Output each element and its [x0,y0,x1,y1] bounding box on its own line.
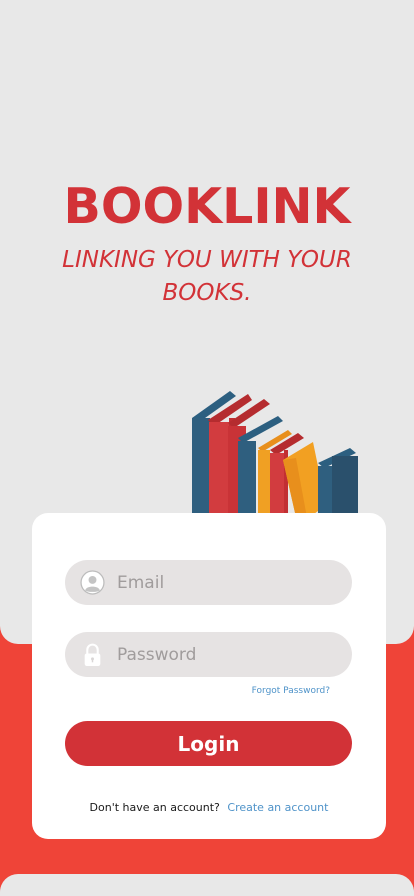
forgot-password-link[interactable]: Forgot Password? [230,686,330,696]
email-field[interactable] [65,560,352,605]
user-circle-icon [80,570,105,595]
signup-prompt: Don't have an account? [89,801,220,814]
email-input[interactable] [117,560,342,605]
login-button[interactable]: Login [65,721,352,766]
password-field[interactable] [65,632,352,677]
brand-title: BOOKLINK [63,178,351,235]
tagline: LINKING YOU WITH YOUR BOOKS. [62,247,352,306]
signup-row: Don't have an account? Create an account [32,801,386,814]
lock-icon [84,643,101,666]
password-input[interactable] [117,632,342,677]
create-account-link[interactable]: Create an account [227,801,328,814]
bottom-strip [0,874,414,896]
